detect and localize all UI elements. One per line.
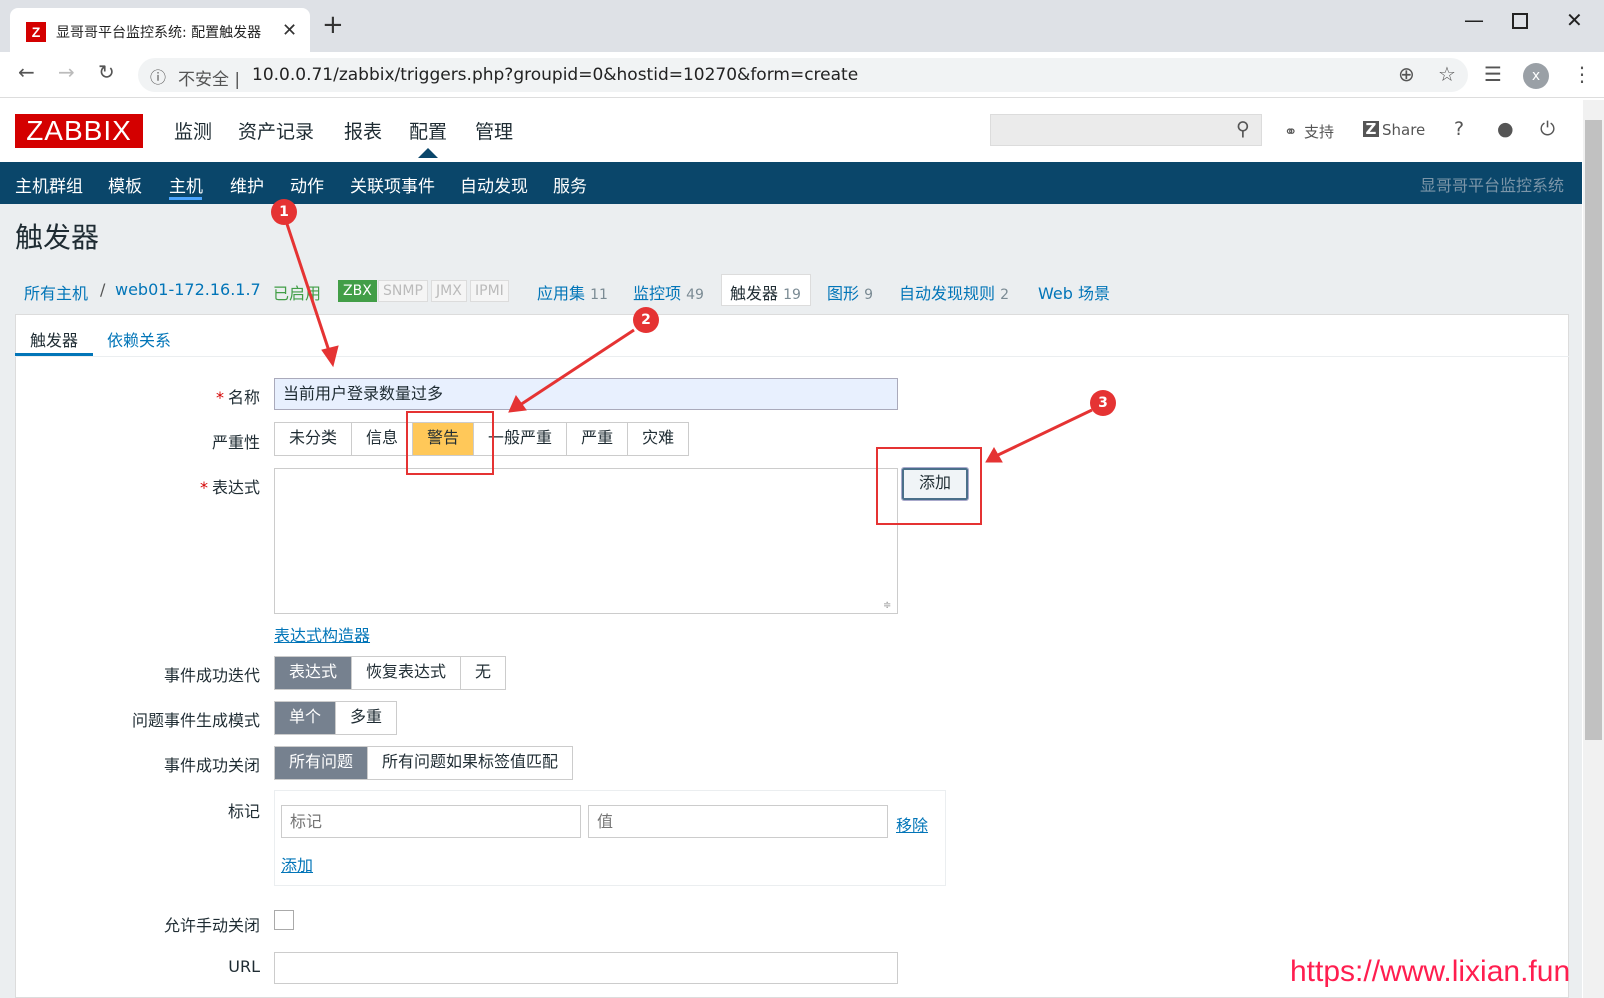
annotation-marker-1: 1 xyxy=(271,199,297,225)
annotation-arrows xyxy=(285,223,1093,463)
watermark: https://www.lixian.fun xyxy=(1290,955,1571,988)
annotation-box-warning xyxy=(406,411,494,475)
annotation-box-add xyxy=(876,447,982,525)
annotation-marker-3: 3 xyxy=(1090,390,1116,416)
annotation-marker-2: 2 xyxy=(633,307,659,333)
